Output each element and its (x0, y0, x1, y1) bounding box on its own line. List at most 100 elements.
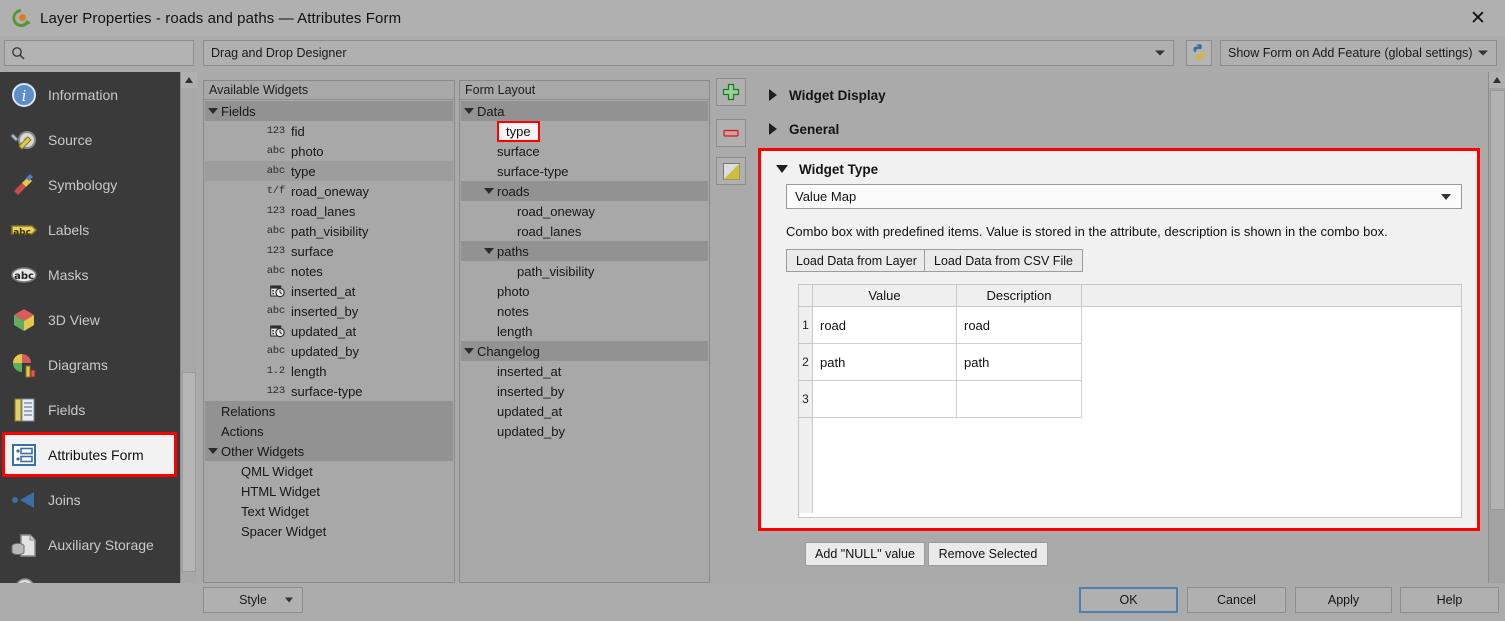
load-data-from-layer-button[interactable]: Load Data from Layer (786, 249, 927, 272)
tree-group-row[interactable]: Relations (205, 401, 453, 421)
tree-item-row[interactable]: length (461, 321, 708, 341)
tree-item-row[interactable]: surface-type (461, 161, 708, 181)
chevron-down-icon[interactable] (461, 101, 477, 121)
table-row[interactable]: 3 (799, 381, 1461, 418)
column-header-value[interactable]: Value (813, 285, 957, 306)
remove-selected-button[interactable]: Remove Selected (928, 542, 1048, 566)
cell-value[interactable]: road (813, 307, 957, 344)
sidebar-item-diagrams[interactable]: Diagrams (0, 342, 180, 387)
tree-item-row[interactable]: Text Widget (205, 501, 453, 521)
sidebar-item-3d-view[interactable]: 3D View (0, 297, 180, 342)
tree-item-row[interactable]: QML Widget (205, 461, 453, 481)
add-container-button[interactable] (716, 78, 746, 106)
sidebar-item-source[interactable]: Source (0, 117, 180, 162)
sidebar-scroll-thumb[interactable] (182, 372, 196, 572)
tree-item-row[interactable]: updated_by (461, 421, 708, 441)
tree-item-row[interactable]: notes (461, 301, 708, 321)
tree-item-row[interactable]: t/f road_oneway (205, 181, 453, 201)
help-button[interactable]: Help (1400, 587, 1499, 613)
tree-item-row[interactable]: 123 surface (205, 241, 453, 261)
remove-item-button[interactable] (716, 119, 746, 147)
sidebar-item-masks[interactable]: abc Masks (0, 252, 180, 297)
ok-button[interactable]: OK (1079, 587, 1178, 613)
invert-selection-button[interactable] (716, 157, 746, 185)
tree-item-row[interactable]: Spacer Widget (205, 521, 453, 541)
search-field[interactable] (29, 42, 179, 64)
cancel-button[interactable]: Cancel (1187, 587, 1286, 613)
widget-type-combo[interactable]: Value Map (786, 184, 1462, 209)
style-button[interactable]: Style (203, 587, 303, 613)
apply-button[interactable]: Apply (1295, 587, 1392, 613)
tree-group-row[interactable]: Fields (205, 101, 453, 121)
table-row[interactable]: 2 path path (799, 344, 1461, 381)
sidebar-item-information[interactable]: i Information (0, 72, 180, 117)
chevron-down-icon[interactable] (205, 441, 221, 461)
tree-item-row[interactable]: updated_at (461, 401, 708, 421)
section-widget-type-header[interactable]: Widget Type (764, 158, 878, 180)
properties-scrollbar[interactable] (1488, 72, 1505, 621)
scroll-up-icon[interactable] (181, 72, 197, 88)
sidebar-item-labels[interactable]: abc Labels (0, 207, 180, 252)
tree-item-row[interactable]: inserted_at (461, 361, 708, 381)
tree-item-row[interactable]: updated_at (205, 321, 453, 341)
search-input[interactable] (4, 40, 194, 66)
tree-item-row[interactable]: abc path_visibility (205, 221, 453, 241)
chevron-down-icon[interactable] (481, 241, 497, 261)
sidebar-item-auxiliary-storage[interactable]: Auxiliary Storage (0, 522, 180, 567)
column-header-description[interactable]: Description (957, 285, 1082, 306)
sidebar-item-symbology[interactable]: Symbology (0, 162, 180, 207)
tree-group-row[interactable]: Actions (205, 421, 453, 441)
tree-item-row[interactable]: surface (461, 141, 708, 161)
scroll-up-icon[interactable] (1489, 72, 1505, 88)
tree-item-row[interactable]: road_lanes (461, 221, 708, 241)
tree-item-row[interactable]: 1.2 length (205, 361, 453, 381)
tree-item-row[interactable]: abc updated_by (205, 341, 453, 361)
chevron-down-icon[interactable] (205, 101, 221, 121)
section-widget-display[interactable]: Widget Display (755, 84, 886, 106)
sidebar-item-fields[interactable]: Fields (0, 387, 180, 432)
tree-group-row[interactable]: Changelog (461, 341, 708, 361)
tree-item-row[interactable]: inserted_at (205, 281, 453, 301)
tree-item-row[interactable]: type (461, 120, 708, 142)
close-icon[interactable]: ✕ (1461, 6, 1495, 30)
tree-item-row[interactable]: abc type (205, 161, 453, 181)
cell-description[interactable]: road (957, 307, 1082, 344)
properties-scroll-thumb[interactable] (1490, 90, 1505, 510)
table-row[interactable]: 1 road road (799, 307, 1461, 344)
form-layout-tree[interactable]: Data type surface surface-type roads road_one… (461, 101, 708, 581)
form-suppress-combo[interactable]: Show Form on Add Feature (global setting… (1220, 40, 1497, 66)
tree-item-row[interactable]: inserted_by (461, 381, 708, 401)
available-widgets-tree[interactable]: Fields 123 fid abc photo abc type t/f road_onewa… (205, 101, 453, 581)
tree-item-row[interactable]: 123 fid (205, 121, 453, 141)
row-header[interactable]: 1 (799, 307, 813, 344)
tree-item-row[interactable]: abc photo (205, 141, 453, 161)
tree-group-row[interactable]: paths (461, 241, 708, 261)
cell-description[interactable]: path (957, 344, 1082, 381)
tree-group-row[interactable]: Data (461, 101, 708, 121)
section-general[interactable]: General (755, 118, 839, 140)
tree-item-row[interactable]: abc notes (205, 261, 453, 281)
sidebar-item-joins[interactable]: Joins (0, 477, 180, 522)
python-init-button[interactable] (1186, 40, 1212, 66)
tree-item-row[interactable]: 123 surface-type (205, 381, 453, 401)
chevron-down-icon[interactable] (461, 341, 477, 361)
value-map-table[interactable]: Value Description 1 road road 2 path path 3 (798, 284, 1462, 518)
tree-group-row[interactable]: roads (461, 181, 708, 201)
cell-value[interactable]: path (813, 344, 957, 381)
tree-item-row[interactable]: 123 road_lanes (205, 201, 453, 221)
tree-item-row[interactable]: photo (461, 281, 708, 301)
chevron-down-icon[interactable] (481, 181, 497, 201)
row-header[interactable]: 3 (799, 381, 813, 418)
sidebar-item-attributes-form[interactable]: Attributes Form (2, 432, 177, 477)
tree-group-row[interactable]: Other Widgets (205, 441, 453, 461)
sidebar-scrollbar[interactable] (180, 72, 197, 621)
cell-description[interactable] (957, 381, 1082, 418)
tree-item-row[interactable]: road_oneway (461, 201, 708, 221)
add-null-value-button[interactable]: Add "NULL" value (805, 542, 925, 566)
designer-mode-combo[interactable]: Drag and Drop Designer (203, 40, 1174, 66)
tree-item-row[interactable]: HTML Widget (205, 481, 453, 501)
tree-item-row[interactable]: abc inserted_by (205, 301, 453, 321)
row-header[interactable]: 2 (799, 344, 813, 381)
load-data-from-csv-button[interactable]: Load Data from CSV File (924, 249, 1083, 272)
cell-value[interactable] (813, 381, 957, 418)
